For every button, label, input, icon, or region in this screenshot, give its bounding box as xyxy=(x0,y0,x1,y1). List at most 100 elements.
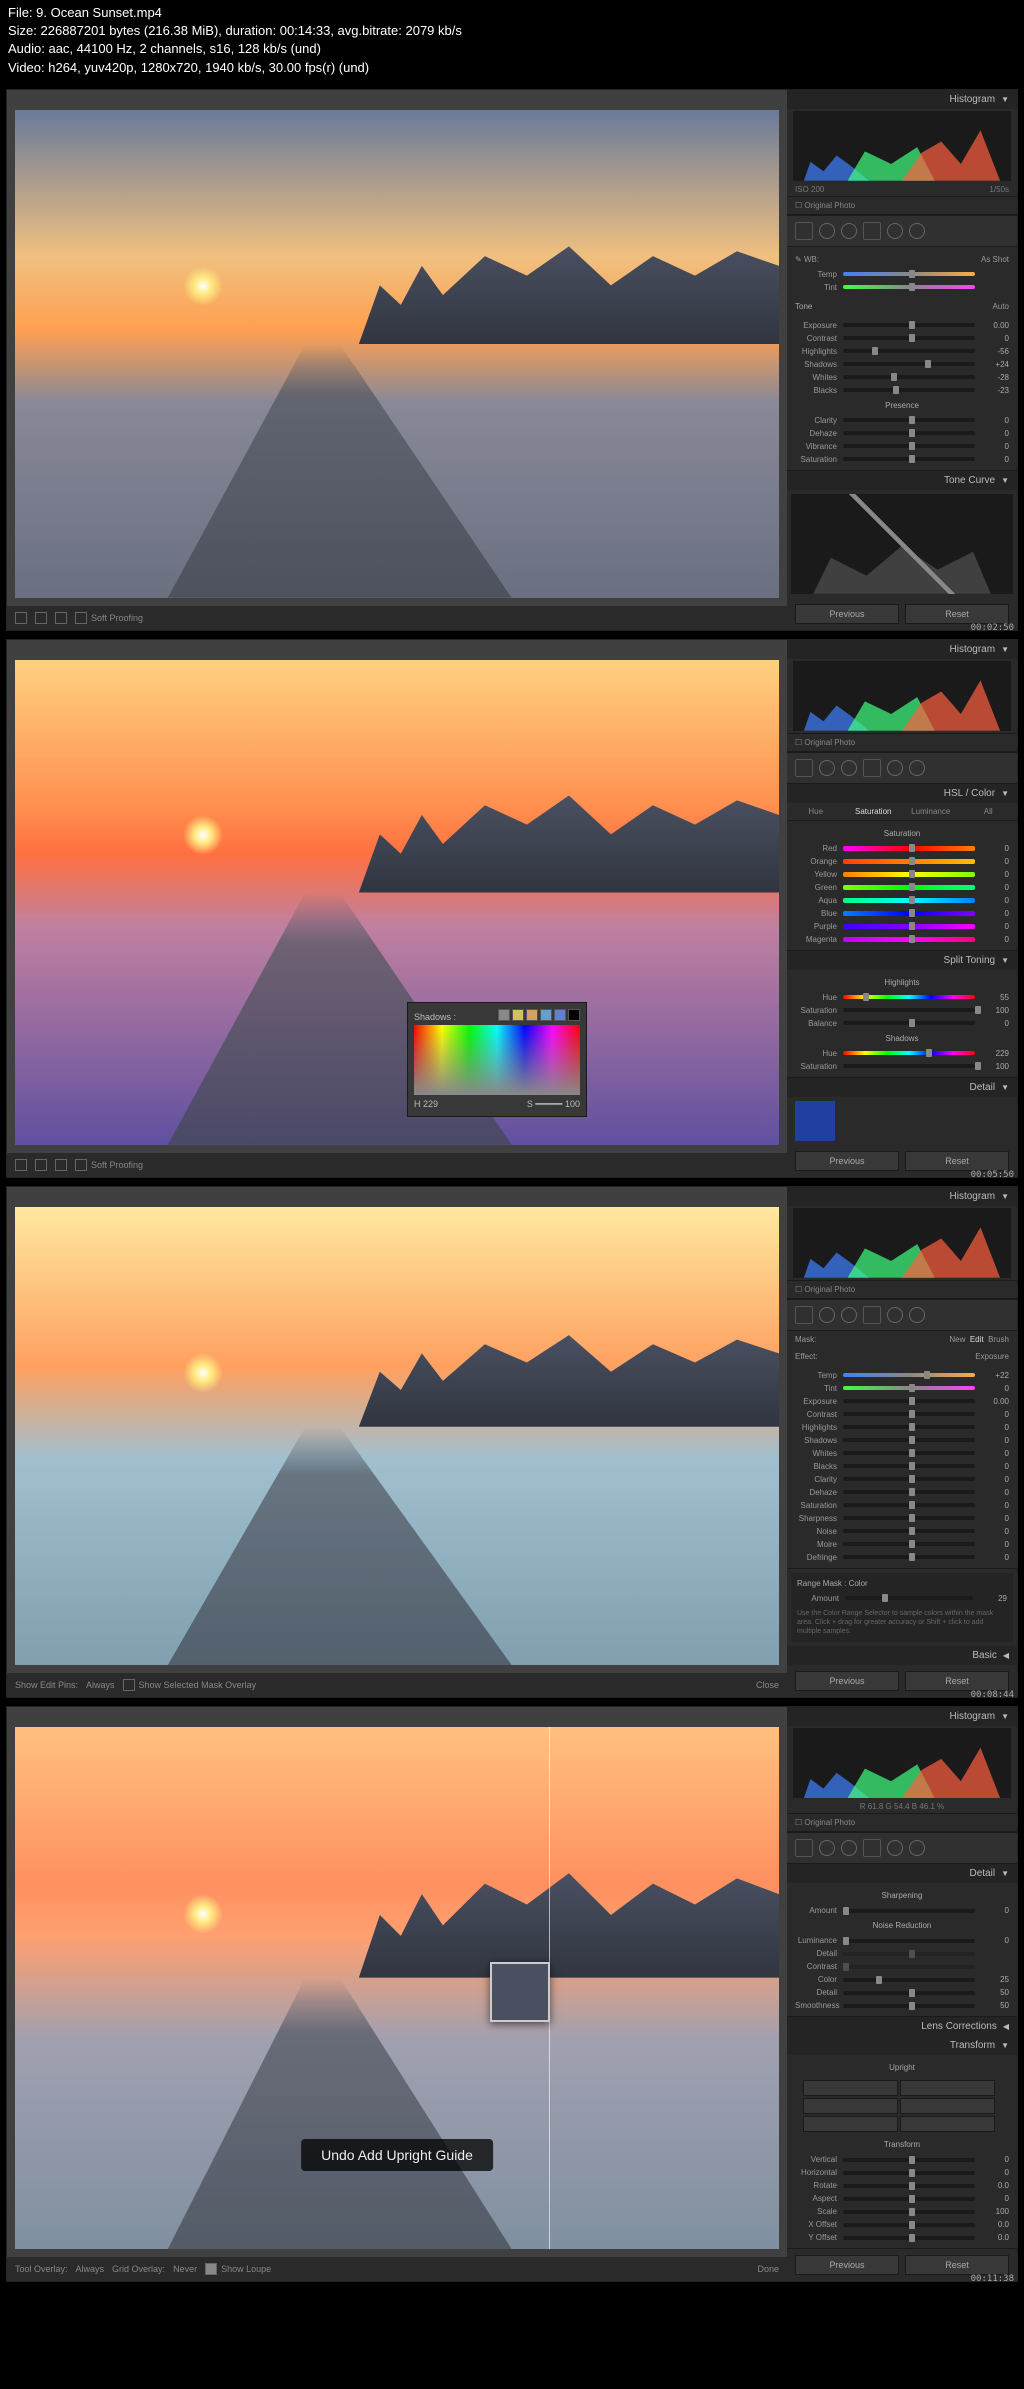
vibrance-slider[interactable] xyxy=(843,444,975,448)
spot-removal-icon[interactable] xyxy=(819,223,835,239)
grad-filter-icon[interactable] xyxy=(863,759,881,777)
original-photo-toggle[interactable]: ☐ Original Photo xyxy=(787,1280,1017,1298)
adj-blacks-slider[interactable] xyxy=(843,1464,975,1468)
reset-button[interactable]: Reset xyxy=(905,604,1009,624)
crop-tool-icon[interactable] xyxy=(795,759,813,777)
nr-contrast-slider[interactable] xyxy=(843,1965,975,1969)
color-spectrum[interactable] xyxy=(414,1025,580,1095)
highlights-slider[interactable] xyxy=(843,349,975,353)
previous-button[interactable]: Previous xyxy=(795,2255,899,2275)
close-button[interactable]: Close xyxy=(756,1680,779,1690)
radial-filter-icon[interactable] xyxy=(887,1840,903,1856)
blue-slider[interactable] xyxy=(843,911,975,916)
view-mode-icon[interactable] xyxy=(15,612,27,624)
detail-header[interactable]: Detail▼ xyxy=(787,1078,1017,1097)
swatch-black[interactable] xyxy=(568,1009,580,1021)
adj-tint-slider[interactable] xyxy=(843,1386,975,1390)
orange-slider[interactable] xyxy=(843,859,975,864)
yoffset-slider[interactable] xyxy=(843,2236,975,2240)
detail-header[interactable]: Detail▼ xyxy=(787,1864,1017,1883)
redeye-tool-icon[interactable] xyxy=(841,760,857,776)
scale-slider[interactable] xyxy=(843,2210,975,2214)
adj-saturation-slider[interactable] xyxy=(843,1503,975,1507)
crop-tool-icon[interactable] xyxy=(795,1306,813,1324)
swatch-preset[interactable] xyxy=(512,1009,524,1021)
vertical-slider[interactable] xyxy=(843,2158,975,2162)
rotate-slider[interactable] xyxy=(843,2184,975,2188)
previous-button[interactable]: Previous xyxy=(795,604,899,624)
tone-curve-editor[interactable] xyxy=(791,494,1013,594)
adj-shadows-slider[interactable] xyxy=(843,1438,975,1442)
original-photo-toggle[interactable]: ☐ Original Photo xyxy=(787,196,1017,214)
view-mode-icon[interactable] xyxy=(55,1159,67,1171)
range-amount-slider[interactable] xyxy=(845,1596,973,1600)
temp-slider[interactable] xyxy=(843,272,975,276)
adj-clarity-slider[interactable] xyxy=(843,1477,975,1481)
crop-tool-icon[interactable] xyxy=(795,222,813,240)
show-pins-dropdown[interactable]: Always xyxy=(86,1680,115,1690)
grid-overlay-dropdown[interactable]: Never xyxy=(173,2264,197,2274)
yellow-slider[interactable] xyxy=(843,872,975,877)
contrast-slider[interactable] xyxy=(843,336,975,340)
magenta-slider[interactable] xyxy=(843,937,975,942)
upright-level[interactable] xyxy=(900,2098,995,2114)
shadow-sat-slider[interactable] xyxy=(843,1064,975,1068)
upright-guided[interactable] xyxy=(900,2080,995,2096)
histogram-display[interactable] xyxy=(793,661,1011,731)
original-photo-toggle[interactable]: ☐ Original Photo xyxy=(787,733,1017,751)
shadow-hue-slider[interactable] xyxy=(843,1051,975,1055)
highlight-sat-slider[interactable] xyxy=(843,1008,975,1012)
red-slider[interactable] xyxy=(843,846,975,851)
adj-highlights-slider[interactable] xyxy=(843,1425,975,1429)
view-mode-icon[interactable] xyxy=(35,1159,47,1171)
histogram-display[interactable] xyxy=(793,1208,1011,1278)
soft-proofing-checkbox[interactable]: Soft Proofing xyxy=(75,1159,143,1171)
clarity-slider[interactable] xyxy=(843,418,975,422)
redeye-tool-icon[interactable] xyxy=(841,1307,857,1323)
purple-slider[interactable] xyxy=(843,924,975,929)
basic-header[interactable]: Basic◀ xyxy=(787,1646,1017,1665)
crop-tool-icon[interactable] xyxy=(795,1839,813,1857)
redeye-tool-icon[interactable] xyxy=(841,223,857,239)
histogram-header[interactable]: Histogram▼ xyxy=(787,1707,1017,1726)
view-mode-icon[interactable] xyxy=(35,612,47,624)
histogram-header[interactable]: Histogram▼ xyxy=(787,90,1017,109)
detail-preview-thumbnail[interactable] xyxy=(795,1101,835,1141)
adj-sharpness-slider[interactable] xyxy=(843,1516,975,1520)
reset-button[interactable]: Reset xyxy=(905,1151,1009,1171)
green-slider[interactable] xyxy=(843,885,975,890)
whites-slider[interactable] xyxy=(843,375,975,379)
hue-tab[interactable]: Hue xyxy=(787,803,845,820)
highlight-hue-slider[interactable] xyxy=(843,995,975,999)
swatch-preset[interactable] xyxy=(540,1009,552,1021)
image-preview[interactable] xyxy=(15,1207,779,1665)
show-overlay-checkbox[interactable]: Show Selected Mask Overlay xyxy=(123,1679,257,1691)
dehaze-slider[interactable] xyxy=(843,431,975,435)
mask-new[interactable]: New xyxy=(949,1335,965,1344)
reset-button[interactable]: Reset xyxy=(905,2255,1009,2275)
effect-dropdown[interactable]: Exposure xyxy=(975,1352,1009,1361)
color-picker-popup[interactable]: Shadows : H 229 S ━━━━━ 100 xyxy=(407,1002,587,1117)
redeye-tool-icon[interactable] xyxy=(841,1840,857,1856)
nr-smoothness-slider[interactable] xyxy=(843,2004,975,2008)
view-mode-icon[interactable] xyxy=(55,612,67,624)
brush-tool-icon[interactable] xyxy=(909,1840,925,1856)
grad-filter-icon[interactable] xyxy=(863,1839,881,1857)
spot-removal-icon[interactable] xyxy=(819,1840,835,1856)
sharpen-amount-slider[interactable] xyxy=(843,1909,975,1913)
tone-curve-header[interactable]: Tone Curve▼ xyxy=(787,471,1017,490)
nr-detail-slider[interactable] xyxy=(843,1952,975,1956)
upright-vertical[interactable] xyxy=(803,2116,898,2132)
adj-defringe-slider[interactable] xyxy=(843,1555,975,1559)
previous-button[interactable]: Previous xyxy=(795,1671,899,1691)
luminance-tab[interactable]: Luminance xyxy=(902,803,960,820)
spot-removal-icon[interactable] xyxy=(819,1307,835,1323)
histogram-display[interactable] xyxy=(793,1728,1011,1798)
histogram-header[interactable]: Histogram▼ xyxy=(787,640,1017,659)
show-loupe-checkbox[interactable]: Show Loupe xyxy=(205,2263,271,2275)
brush-tool-icon[interactable] xyxy=(909,223,925,239)
radial-filter-icon[interactable] xyxy=(887,1307,903,1323)
xoffset-slider[interactable] xyxy=(843,2223,975,2227)
transform-header[interactable]: Transform▼ xyxy=(787,2036,1017,2055)
adj-moire-slider[interactable] xyxy=(843,1542,975,1546)
